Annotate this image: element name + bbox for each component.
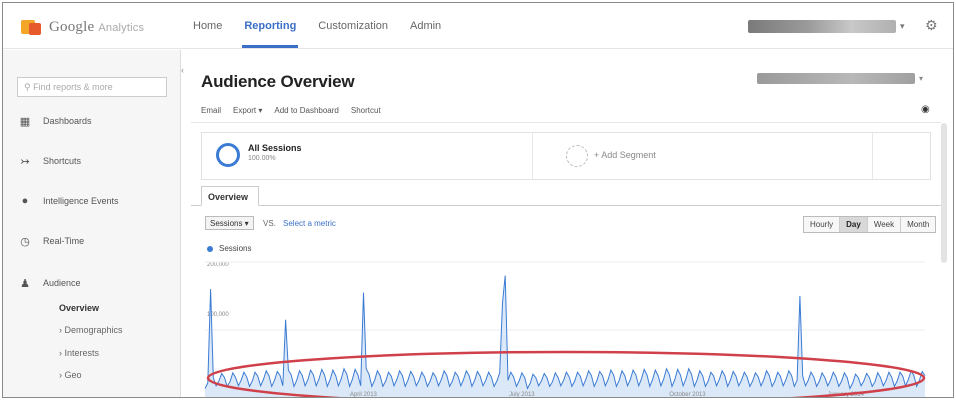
sidebar-item-shortcuts[interactable]: ↣ Shortcuts xyxy=(17,152,81,170)
select-metric-link[interactable]: Select a metric xyxy=(283,219,336,228)
collapse-sidebar-icon[interactable]: ‹ xyxy=(181,65,184,75)
sidebar-item-label: Dashboards xyxy=(43,116,92,126)
redacted-profile-name xyxy=(757,72,915,84)
account-selector[interactable]: ▾ xyxy=(748,17,908,35)
segments-bar: All Sessions 100.00% + Add Segment xyxy=(201,132,931,180)
sessions-area xyxy=(205,275,925,397)
nav-customization[interactable]: Customization xyxy=(316,16,390,36)
period-month-button[interactable]: Month xyxy=(901,217,936,232)
period-day-button[interactable]: Day xyxy=(840,217,868,232)
metric-select[interactable]: Sessions ▾ xyxy=(205,216,254,230)
nav-admin[interactable]: Admin xyxy=(408,16,443,36)
email-button[interactable]: Email xyxy=(201,106,221,115)
shortcut-arrow-icon: ↣ xyxy=(20,155,30,168)
clock-icon: ◷ xyxy=(20,235,30,248)
sidebar-sub-overview[interactable]: Overview xyxy=(59,303,99,313)
add-segment-circle-icon[interactable] xyxy=(566,145,588,167)
search-icon: ⚲ xyxy=(24,82,31,92)
period-week-button[interactable]: Week xyxy=(867,217,902,232)
people-icon: ♟ xyxy=(20,277,30,290)
main-panel: Audience Overview ▾ Email Export ▾ Add t… xyxy=(191,50,941,398)
sidebar-item-audience[interactable]: ♟ Audience xyxy=(17,274,81,292)
sidebar-item-label: Real-Time xyxy=(43,236,85,246)
x-tick-label: July 2013 xyxy=(509,392,535,398)
sessions-line xyxy=(204,275,926,390)
segment-name[interactable]: All Sessions xyxy=(248,143,302,153)
page-title: Audience Overview xyxy=(201,72,355,91)
shortcut-button[interactable]: Shortcut xyxy=(351,106,381,115)
sidebar-sub-geo[interactable]: › Geo xyxy=(59,370,82,380)
chevron-down-icon: ▾ xyxy=(900,20,905,31)
divider xyxy=(872,133,873,179)
search-placeholder: Find reports & more xyxy=(33,82,113,92)
sidebar-item-real-time[interactable]: ◷ Real-Time xyxy=(17,232,84,250)
grid-icon: ▦ xyxy=(19,115,31,128)
browser-frame: Google Analytics Home Reporting Customiza… xyxy=(2,2,954,398)
divider xyxy=(191,122,941,123)
analytics-logo-icon xyxy=(21,18,43,36)
period-hourly-button[interactable]: Hourly xyxy=(804,217,841,232)
sidebar-search-input[interactable]: ⚲ Find reports & more xyxy=(17,77,167,97)
vs-label: VS. xyxy=(263,219,276,228)
report-actions: Email Export ▾ Add to Dashboard Shortcut xyxy=(201,106,381,115)
divider xyxy=(532,133,533,179)
export-button[interactable]: Export ▾ xyxy=(233,106,262,115)
scrollbar[interactable] xyxy=(941,123,947,263)
x-tick-label: October 2013 xyxy=(669,392,706,398)
add-to-dashboard-button[interactable]: Add to Dashboard xyxy=(274,106,339,115)
top-nav: Home Reporting Customization Admin xyxy=(191,3,443,49)
sidebar-item-label: Audience xyxy=(43,278,81,288)
segment-circle-icon[interactable] xyxy=(216,143,240,167)
nav-home[interactable]: Home xyxy=(191,16,224,36)
tab-overview[interactable]: Overview xyxy=(201,186,259,206)
bulb-icon: ● xyxy=(21,195,29,207)
sessions-chart: April 2013 July 2013 October 2013 January 2… xyxy=(204,261,926,398)
tab-divider xyxy=(191,205,941,206)
sidebar-item-intelligence-events[interactable]: ● Intelligence Events xyxy=(17,192,119,210)
top-bar: Google Analytics Home Reporting Customiza… xyxy=(3,3,953,49)
sidebar: ⚲ Find reports & more ▦ Dashboards ↣ Sho… xyxy=(3,50,181,397)
eye-icon[interactable]: ◉ xyxy=(921,104,930,115)
logo-text: Google Analytics xyxy=(49,18,145,35)
sidebar-item-dashboards[interactable]: ▦ Dashboards xyxy=(17,112,92,130)
gear-icon[interactable]: ⚙ xyxy=(925,17,938,34)
sidebar-item-label: Intelligence Events xyxy=(43,196,119,206)
sidebar-item-label: Shortcuts xyxy=(43,156,82,166)
period-toggle: Hourly Day Week Month xyxy=(803,216,937,233)
chevron-down-icon: ▾ xyxy=(919,73,924,83)
logo[interactable]: Google Analytics xyxy=(21,17,144,37)
sidebar-sub-demographics[interactable]: › Demographics xyxy=(59,325,123,335)
add-segment-button[interactable]: + Add Segment xyxy=(594,150,656,160)
sidebar-sub-interests[interactable]: › Interests xyxy=(59,348,99,358)
profile-selector[interactable]: ▾ xyxy=(757,72,927,84)
segment-percentage: 100.00% xyxy=(248,155,276,162)
x-tick-label: April 2013 xyxy=(350,392,378,398)
redacted-account-name xyxy=(748,19,896,33)
nav-reporting[interactable]: Reporting xyxy=(242,16,299,48)
